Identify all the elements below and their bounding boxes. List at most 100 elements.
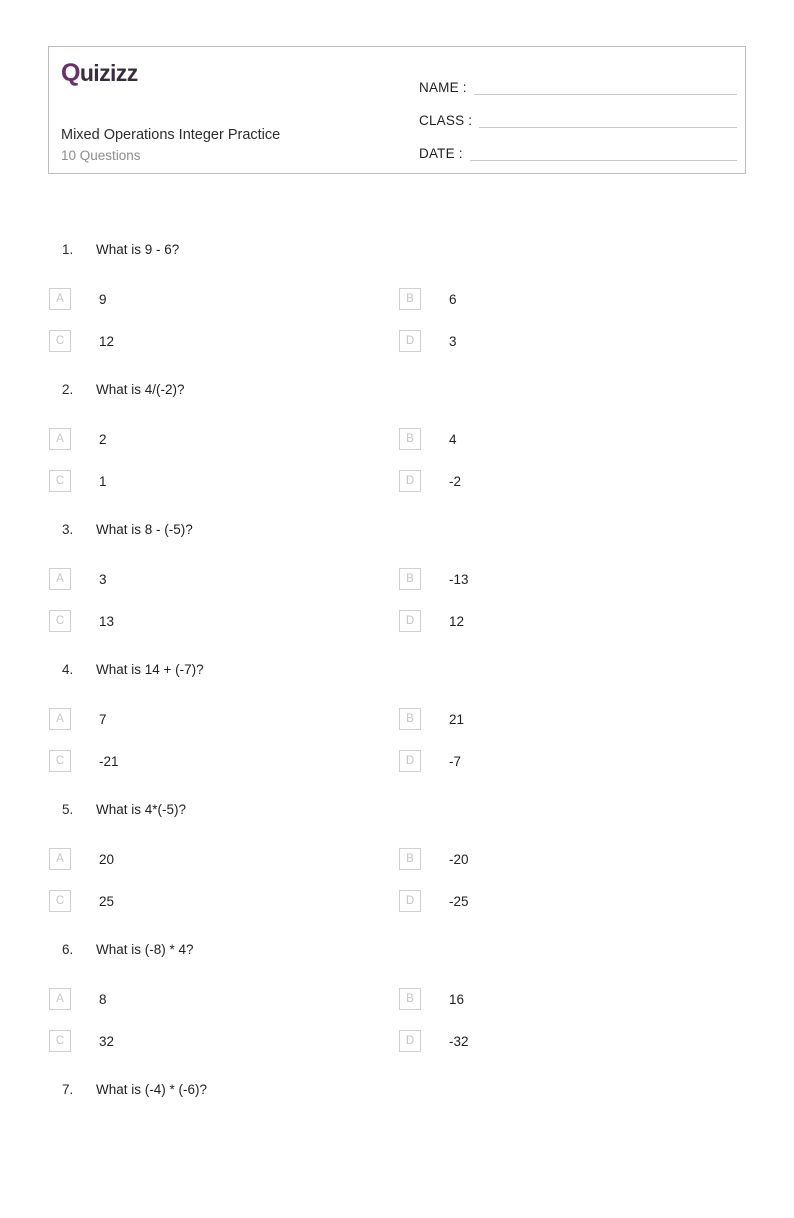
option-text: -2 xyxy=(449,473,462,489)
option-text: 2 xyxy=(99,431,107,447)
answer-option-a[interactable]: A7 xyxy=(49,708,145,730)
answer-option-d[interactable]: D -2 xyxy=(399,470,495,492)
question-heading: 5. What is 4*(-5)? xyxy=(0,798,794,832)
option-letter-box[interactable]: A xyxy=(49,848,71,870)
option-text: 6 xyxy=(449,291,457,307)
class-field-row: CLASS : xyxy=(419,98,737,131)
option-letter-box[interactable]: D xyxy=(399,1030,421,1052)
name-input[interactable] xyxy=(473,94,737,95)
answer-option-d[interactable]: D -32 xyxy=(399,1030,495,1052)
option-text: 16 xyxy=(449,991,465,1007)
answer-option-b[interactable]: B 21 xyxy=(399,708,495,730)
class-input[interactable] xyxy=(479,127,737,128)
question-number: 5. xyxy=(62,802,74,817)
option-letter-box[interactable]: A xyxy=(49,288,71,310)
answer-option-b[interactable]: B -20 xyxy=(399,848,495,870)
answer-option-b[interactable]: B -13 xyxy=(399,568,495,590)
question-block: 7. What is (-4) * (-6)? xyxy=(0,1078,794,1218)
answer-option-a[interactable]: A2 xyxy=(49,428,145,450)
option-letter-box[interactable]: C xyxy=(49,330,71,352)
question-text: What is 4/(-2)? xyxy=(96,382,185,397)
option-text: 3 xyxy=(449,333,457,349)
option-text: 7 xyxy=(99,711,107,727)
option-text: 13 xyxy=(99,613,115,629)
answer-options: A 20 B -20 C 25 D -25 xyxy=(0,848,794,934)
answer-option-c[interactable]: C 13 xyxy=(49,610,145,632)
option-text: 1 xyxy=(99,473,107,489)
answer-option-a[interactable]: A 20 xyxy=(49,848,145,870)
answer-option-c[interactable]: C 25 xyxy=(49,890,145,912)
name-field-row: NAME : xyxy=(419,65,737,98)
answer-option-d[interactable]: D3 xyxy=(399,330,495,352)
option-letter-box[interactable]: B xyxy=(399,708,421,730)
question-heading: 1. What is 9 - 6? xyxy=(0,238,794,272)
option-text: -32 xyxy=(449,1033,469,1049)
answer-option-c[interactable]: C -21 xyxy=(49,750,145,772)
option-text: -20 xyxy=(449,851,469,867)
question-number: 7. xyxy=(62,1082,74,1097)
question-heading: 6. What is (-8) * 4? xyxy=(0,938,794,972)
question-text: What is (-4) * (-6)? xyxy=(96,1082,208,1097)
header-left-panel: Quizizz Mixed Operations Integer Practic… xyxy=(61,47,411,173)
date-field-label: DATE : xyxy=(419,146,463,161)
option-letter-box[interactable]: C xyxy=(49,890,71,912)
option-text: 4 xyxy=(449,431,457,447)
answer-option-b[interactable]: B6 xyxy=(399,288,495,310)
option-letter-box[interactable]: B xyxy=(399,568,421,590)
worksheet-page: { "header": { "logo": { "first_letter": … xyxy=(0,0,794,1123)
option-letter-box[interactable]: B xyxy=(399,988,421,1010)
question-number: 3. xyxy=(62,522,74,537)
question-number: 6. xyxy=(62,942,74,957)
answer-option-c[interactable]: C 32 xyxy=(49,1030,145,1052)
option-letter-box[interactable]: C xyxy=(49,750,71,772)
student-info-fields: NAME : CLASS : DATE : xyxy=(419,65,737,164)
answer-option-c[interactable]: C 12 xyxy=(49,330,145,352)
option-letter-box[interactable]: D xyxy=(399,610,421,632)
option-letter-box[interactable]: B xyxy=(399,848,421,870)
option-text: 12 xyxy=(99,333,115,349)
option-letter-box[interactable]: D xyxy=(399,890,421,912)
option-text: 32 xyxy=(99,1033,115,1049)
answer-options: A 9 B 6 C 12 D 3 xyxy=(0,288,794,374)
question-block: 6. What is (-8) * 4? A 8 B 16 C 32 D -32 xyxy=(0,938,794,1078)
option-letter-box[interactable]: B xyxy=(399,428,421,450)
question-number: 2. xyxy=(62,382,74,397)
option-letter-box[interactable]: A xyxy=(49,428,71,450)
option-text: 8 xyxy=(99,991,107,1007)
answer-option-a[interactable]: A3 xyxy=(49,568,145,590)
question-block: 4. What is 14 + (-7)? A 7 B 21 C -21 D -7 xyxy=(0,658,794,798)
date-input[interactable] xyxy=(469,160,737,161)
answer-options: A 2 B 4 C 1 D -2 xyxy=(0,428,794,514)
question-block: 5. What is 4*(-5)? A 20 B -20 C 25 D -25 xyxy=(0,798,794,938)
option-letter-box[interactable]: D xyxy=(399,470,421,492)
page-title: Mixed Operations Integer Practice xyxy=(61,127,281,143)
quizizz-logo: Quizizz xyxy=(61,61,138,86)
option-letter-box[interactable]: C xyxy=(49,610,71,632)
answer-option-a[interactable]: A8 xyxy=(49,988,145,1010)
option-text: -21 xyxy=(99,753,119,769)
answer-option-b[interactable]: B 16 xyxy=(399,988,495,1010)
question-text: What is 8 - (-5)? xyxy=(96,522,193,537)
option-letter-box[interactable]: A xyxy=(49,988,71,1010)
option-letter-box[interactable]: A xyxy=(49,568,71,590)
answer-option-d[interactable]: D -25 xyxy=(399,890,495,912)
answer-option-d[interactable]: D -7 xyxy=(399,750,495,772)
answer-option-b[interactable]: B4 xyxy=(399,428,495,450)
question-text: What is (-8) * 4? xyxy=(96,942,194,957)
option-letter-box[interactable]: C xyxy=(49,470,71,492)
question-block: 3. What is 8 - (-5)? A 3 B -13 C 13 D 12 xyxy=(0,518,794,658)
answer-option-d[interactable]: D 12 xyxy=(399,610,495,632)
logo-letters-rest: uizizz xyxy=(79,60,138,86)
date-field-row: DATE : xyxy=(419,131,737,164)
option-letter-box[interactable]: D xyxy=(399,330,421,352)
option-letter-box[interactable]: C xyxy=(49,1030,71,1052)
option-letter-box[interactable]: A xyxy=(49,708,71,730)
option-text: 3 xyxy=(99,571,107,587)
worksheet-header-card: Quizizz Mixed Operations Integer Practic… xyxy=(48,46,746,174)
option-letter-box[interactable]: B xyxy=(399,288,421,310)
answer-option-c[interactable]: C1 xyxy=(49,470,145,492)
answer-option-a[interactable]: A9 xyxy=(49,288,145,310)
logo-letter-q: Q xyxy=(61,59,80,87)
option-letter-box[interactable]: D xyxy=(399,750,421,772)
option-text: 21 xyxy=(449,711,465,727)
